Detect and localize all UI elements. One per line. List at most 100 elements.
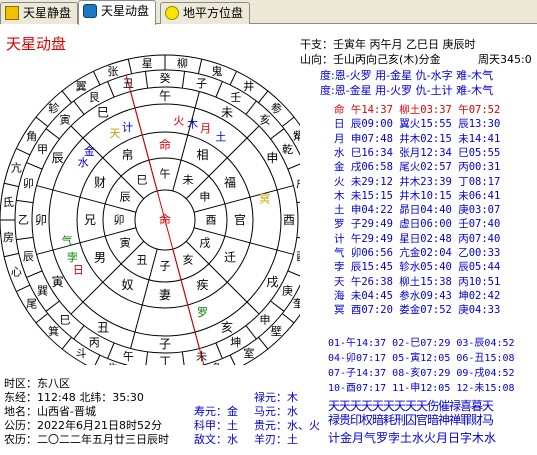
planet-house: 申07:48 xyxy=(350,132,400,145)
compass-divider xyxy=(26,270,43,278)
mansion-divider xyxy=(281,313,295,324)
planet-house: 子29:49 xyxy=(350,218,400,231)
mansion-label: 奎 xyxy=(293,296,300,310)
planet-row: 罗 子29:49 虚日06:00 壬07:40 xyxy=(334,216,500,231)
planet-mansion: 虚日06:00 xyxy=(399,218,459,231)
tab-horizon-chart[interactable]: 地平方位盘 xyxy=(160,2,251,24)
star-row: 禄贵印权暗耗刑囚官暗神禅罪财马 xyxy=(328,413,494,427)
compass-label: 亥 xyxy=(260,112,271,126)
degree-line-2: 度:恩-金星 用-火罗 仇-土计 难-木气 xyxy=(320,84,494,97)
compass-divider xyxy=(73,100,85,115)
planet-name: 天 xyxy=(334,275,351,288)
planet-name: 命 xyxy=(334,104,351,116)
inner-branch-label: 丑 xyxy=(137,253,148,266)
inner-divider xyxy=(193,227,226,237)
palace-label: 妻 xyxy=(159,288,171,302)
planet-marker: 冥 xyxy=(259,192,270,205)
inner-branch-label: 戌 xyxy=(199,237,210,250)
tab-static-chart[interactable]: 天星静盘 xyxy=(0,2,79,24)
mansion-label: 心 xyxy=(11,266,22,279)
branch-label: 卯 xyxy=(35,213,47,227)
planet-row: 木 未15:15 井木10:15 未06:41 xyxy=(334,188,500,203)
planet-degree: 坤02:42 xyxy=(458,289,501,302)
planet-marker: 金 xyxy=(84,144,95,158)
planet-house: 辰15:45 xyxy=(350,261,400,274)
compass-divider xyxy=(181,71,186,89)
mansion-label: 室 xyxy=(243,346,254,360)
mansion-label: 翼 xyxy=(76,80,87,93)
astrology-wheel[interactable]: 女牛斗箕尾心房氐亢角轸翼张星柳鬼井参觜毕昴胃娄奎壁室危虚乙卯甲寅艮丑癸子壬亥乾戌… xyxy=(0,25,300,365)
compass-label: 乾 xyxy=(282,143,293,156)
mansion-label: 危 xyxy=(212,362,223,365)
planet-house: 未04:45 xyxy=(350,289,400,302)
mansion-divider xyxy=(281,116,295,127)
planet-row: 海 未04:45 参水09:43 坤02:42 xyxy=(334,288,500,303)
compass-label: 乙 xyxy=(18,214,29,227)
mansion-label: 牛 xyxy=(108,361,119,365)
star-row: 计金月气罗孛土水火月日字木水 xyxy=(328,431,497,445)
palace-label: 官 xyxy=(234,212,246,227)
planet-degree: 丙00:31 xyxy=(458,161,501,174)
planet-row: 日 辰09:00 翼火15:55 辰13:30 xyxy=(334,116,500,131)
lunar-info: 农历：二〇二二年五月廿三日辰时 xyxy=(4,433,169,446)
branch-label: 亥 xyxy=(221,320,233,334)
branch-label: 子 xyxy=(159,337,171,351)
palace-label: 男 xyxy=(94,251,106,265)
planet-house: 辰09:00 xyxy=(350,118,400,131)
mansion-divider xyxy=(197,59,203,74)
compass-divider xyxy=(270,128,285,140)
mansion-label: 参 xyxy=(271,101,282,115)
mansion-label: 箕 xyxy=(48,324,59,338)
mansion-label: 轸 xyxy=(48,101,59,115)
mansion-divider xyxy=(127,59,133,74)
planet-house: 申04:22 xyxy=(350,204,400,217)
compass-label: 酉 xyxy=(296,250,300,263)
compass-divider xyxy=(270,300,285,312)
compass-label: 子 xyxy=(196,77,207,90)
planet-marker: 月 xyxy=(200,122,211,135)
branch-label: 戌 xyxy=(266,275,278,289)
planet-house: 午14:37 xyxy=(350,104,400,116)
planet-degree: 未14:41 xyxy=(458,132,501,145)
planet-row: 命 午14:37 柳土03:37 午07:52 xyxy=(334,102,500,117)
planet-row: 土 申04:22 昴日04:40 庚03:07 xyxy=(334,202,500,217)
chart-panel: 天星动盘 女牛斗箕尾心房氐亢角轸翼张星柳鬼井参觜毕昴胃娄奎壁室危虚乙卯甲寅艮丑癸… xyxy=(0,25,537,455)
mansion-divider xyxy=(94,354,101,365)
planet-marker: 罗 xyxy=(197,306,208,319)
planet-degree: 丙07:40 xyxy=(458,232,501,245)
planet-name: 气 xyxy=(334,247,351,259)
planet-degree: 壬07:40 xyxy=(458,218,501,231)
ganzhi-line: 干支：壬寅年 丙午月 乙巳日 庚辰时 xyxy=(300,38,476,51)
inner-branch-label: 辰 xyxy=(120,191,131,204)
mansion-label: 斗 xyxy=(76,347,87,360)
palace-label: 疾 xyxy=(196,277,208,292)
inner-branch-label: 寅 xyxy=(120,236,131,250)
mansion-label: 氐 xyxy=(3,196,14,209)
compass-label: 艮 xyxy=(89,91,100,104)
branch-label: 酉 xyxy=(283,213,295,227)
planet-house: 午26:38 xyxy=(350,275,400,288)
planet-name: 罗 xyxy=(334,218,351,231)
planet-marker: 计 xyxy=(122,121,133,134)
planet-mansion: 娄金07:52 xyxy=(399,304,459,317)
palace-label: 财 xyxy=(94,176,106,190)
planet-mansion: 参水09:43 xyxy=(399,289,459,302)
planet-house: 戌06:58 xyxy=(350,161,400,174)
mansion-label: 张 xyxy=(107,65,118,78)
planet-degree: 辰13:30 xyxy=(458,118,501,131)
planet-marker: 天 xyxy=(110,127,121,140)
mansion-divider xyxy=(16,147,31,156)
branch-label: 未 xyxy=(221,106,233,120)
palace-label: 命 xyxy=(159,137,171,152)
planet-marker: 土 xyxy=(215,131,226,144)
planet-degree: 丙10:51 xyxy=(458,275,501,288)
compass-divider xyxy=(45,128,60,140)
mansion-divider xyxy=(4,252,19,258)
compass-label: 丙 xyxy=(89,336,100,349)
inner-branch-label: 巳 xyxy=(137,174,148,187)
planet-mansion: 翼火15:55 xyxy=(399,118,459,131)
planet-name: 计 xyxy=(334,232,351,245)
mansion-divider xyxy=(35,313,49,324)
planet-mansion: 亢金02:04 xyxy=(399,247,459,259)
tab-moving-chart[interactable]: 天星动盘 xyxy=(78,0,157,25)
